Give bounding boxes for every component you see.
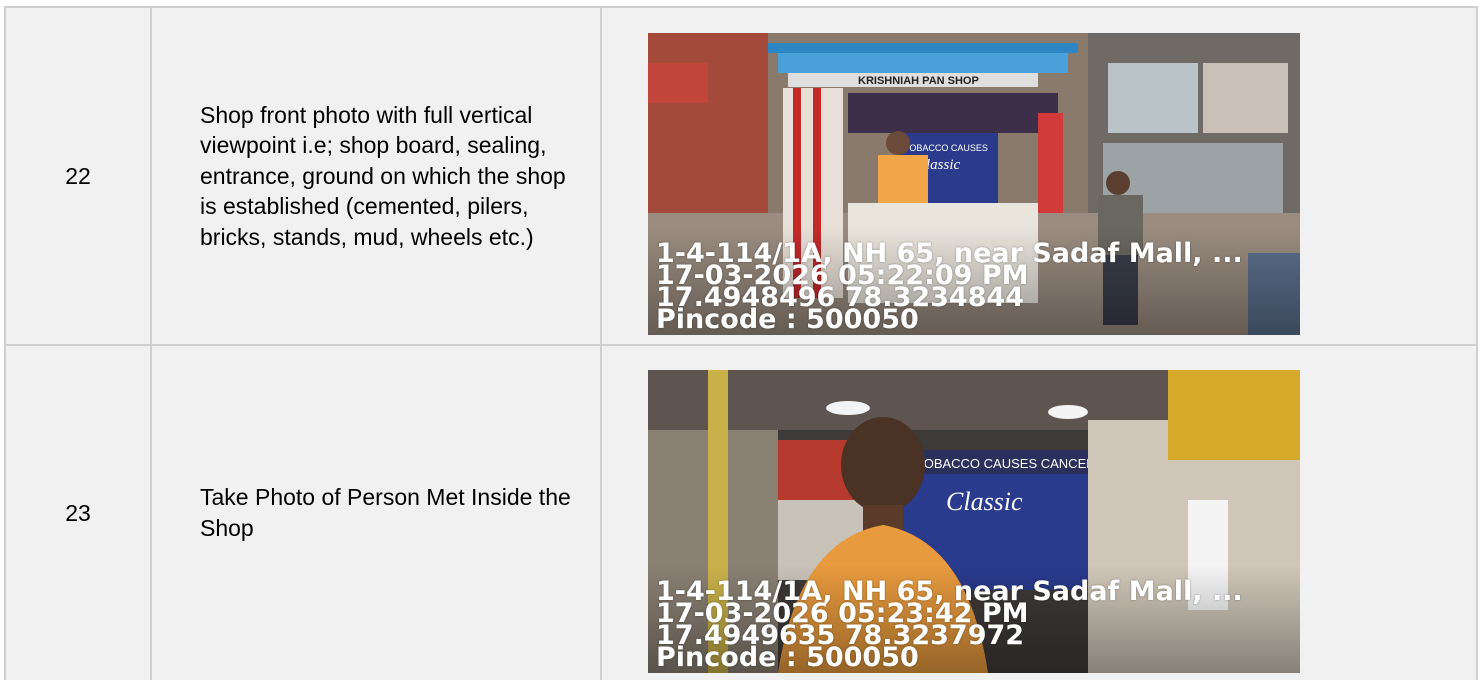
photo-cell: TOBACCO CAUSES CANCER Classic 1-4-114/1A… [600,344,1478,680]
geotag-overlay: 1-4-114/1A, NH 65, near Sadaf Mall, ... … [656,240,1243,333]
row-number: 22 [4,6,152,346]
row-description: Shop front photo with full vertical view… [150,6,602,346]
row-description: Take Photo of Person Met Inside the Shop [150,344,602,680]
photo-cell: KRISHNIAH PAN SHOP TOBACCO CAUSES Classi… [600,6,1478,346]
brand-text: Classic [946,487,1023,516]
poster-text: TOBACCO CAUSES [904,143,988,153]
row-number: 23 [4,344,152,680]
table-row: 23 Take Photo of Person Met Inside the S… [4,344,1478,680]
report-table: 22 Shop front photo with full vertical v… [4,6,1478,680]
shop-sign-text: KRISHNIAH PAN SHOP [858,75,979,87]
poster-text: TOBACCO CAUSES CANCER [916,456,1096,471]
shop-front-photo: KRISHNIAH PAN SHOP TOBACCO CAUSES Classi… [648,33,1300,335]
table-row: 22 Shop front photo with full vertical v… [4,6,1478,346]
geotag-overlay: 1-4-114/1A, NH 65, near Sadaf Mall, ... … [656,578,1243,671]
person-met-photo: TOBACCO CAUSES CANCER Classic 1-4-114/1A… [648,369,1300,673]
